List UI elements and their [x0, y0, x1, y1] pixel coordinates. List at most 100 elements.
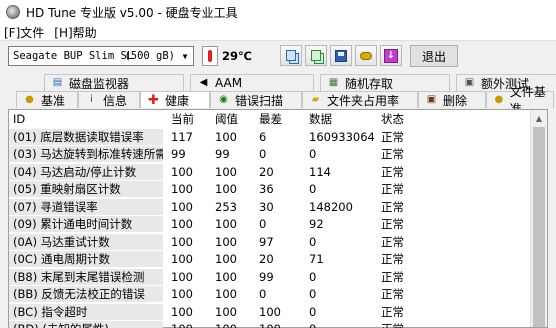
tab-health[interactable]: ✚ 健康: [140, 91, 210, 108]
worst-value: 0: [259, 147, 267, 162]
table-row[interactable]: (BC) 指令超时 100 100 100 0 正常: [9, 303, 531, 321]
column-header-status[interactable]: 状态: [377, 111, 433, 127]
worst-value: 20: [259, 252, 274, 267]
exit-button[interactable]: 退出: [410, 45, 458, 67]
table-row[interactable]: (B8) 末尾到末尾错误检测 100 100 99 0 正常: [9, 268, 531, 286]
current-value: 100: [171, 269, 193, 284]
smart-table-panel: ID 当前 阈值 最差 数据 状态 (01) 底层数据读取错误率 117 100 6 1…: [8, 109, 548, 328]
table-row[interactable]: (01) 底层数据读取错误率 117 100 6 160933064 正常: [9, 128, 531, 146]
status-value: 正常: [381, 234, 404, 249]
save-button[interactable]: [330, 45, 352, 66]
scrollbar-thumb[interactable]: [533, 127, 545, 327]
attribute-id: (0A) 马达重试计数: [9, 233, 163, 250]
current-value: 100: [171, 164, 193, 179]
attribute-id: (BB) 反馈无法校正的错误: [9, 286, 163, 303]
threshold-value: 99: [215, 147, 230, 162]
tab-file-benchmark[interactable]: ● 文件基准: [486, 85, 554, 116]
benchmark-icon: ●: [25, 94, 34, 105]
current-value: 100: [171, 304, 193, 319]
options-icon: [360, 51, 372, 60]
chevron-down-icon[interactable]: ▼: [177, 47, 193, 65]
column-header-worst[interactable]: 最差: [255, 111, 305, 127]
worst-value: 100: [259, 304, 281, 319]
table-body: (01) 底层数据读取错误率 117 100 6 160933064 正常 (03) 马达旋…: [9, 128, 531, 328]
current-value: 100: [171, 182, 193, 197]
table-row[interactable]: (09) 累计通电时间计数 100 100 0 92 正常: [9, 216, 531, 234]
worst-value: 6: [259, 129, 267, 144]
attribute-id: (B8) 末尾到末尾错误检测: [9, 268, 163, 285]
raw-data-value: 0: [309, 269, 317, 284]
table-row[interactable]: (0A) 马达重试计数 100 100 97 0 正常: [9, 233, 531, 251]
tab-error-scan[interactable]: ◉ 错误扫描: [210, 91, 302, 108]
attribute-id: (05) 重映射扇区计数: [9, 181, 163, 198]
worst-value: 99: [259, 269, 274, 284]
extra-tests-icon: ▣: [464, 77, 475, 88]
table-row[interactable]: (03) 马达旋转到标准转速所需时… 99 99 0 0 正常: [9, 146, 531, 164]
raw-data-value: 0: [305, 322, 377, 328]
current-value: 100: [171, 287, 193, 302]
status-value: 正常: [377, 321, 433, 328]
speaker-icon: ◀: [199, 77, 208, 88]
table-row[interactable]: (BD) (未知的属性)1001001000正常: [9, 321, 531, 328]
menu-help[interactable]: [H]帮助: [54, 24, 96, 41]
tab-random-access[interactable]: ▦ 随机存取: [320, 74, 450, 91]
copy-screenshot-button[interactable]: [305, 45, 327, 66]
raw-data-value: 114: [309, 164, 331, 179]
threshold-value: 100: [215, 287, 237, 302]
current-value: 99: [171, 147, 186, 162]
column-header-current[interactable]: 当前: [167, 111, 211, 127]
temperature-readout: 29℃: [222, 49, 252, 63]
table-row[interactable]: (0C) 通电周期计数 100 100 20 71 正常: [9, 251, 531, 269]
status-value: 正常: [381, 287, 404, 302]
copy-text-button[interactable]: [280, 45, 302, 66]
current-value: 100: [171, 252, 193, 267]
worst-value: 36: [259, 182, 274, 197]
table-row[interactable]: (BB) 反馈无法校正的错误 100 100 0 0 正常: [9, 286, 531, 304]
tab-folder-usage[interactable]: ▰ 文件夹占用率: [302, 91, 418, 108]
raw-data-value: 148200: [309, 199, 353, 214]
worst-value: 100: [255, 322, 305, 328]
worst-value: 0: [259, 217, 267, 232]
worst-value: 0: [259, 287, 267, 302]
download-button[interactable]: ↓: [380, 45, 402, 66]
worst-value: 30: [259, 199, 274, 214]
table-row[interactable]: (04) 马达启动/停止计数 100 100 20 114 正常: [9, 163, 531, 181]
tab-info[interactable]: i 信息: [78, 91, 140, 108]
tab-aam[interactable]: ◀ AAM: [190, 74, 314, 91]
vertical-scrollbar[interactable]: ▲: [530, 110, 547, 327]
tab-disk-monitor[interactable]: ▤ 磁盘监视器: [44, 74, 184, 91]
drive-select[interactable]: Seagate BUP Slim SL (500 gB) ▼: [8, 46, 194, 66]
current-value: 100: [171, 217, 193, 232]
disk-monitor-icon: ▤: [52, 77, 63, 88]
attribute-id: (04) 马达启动/停止计数: [9, 163, 163, 180]
status-value: 正常: [381, 182, 404, 197]
hdtune-app-icon: [6, 5, 20, 19]
column-header-data[interactable]: 数据: [305, 111, 377, 127]
tab-benchmark[interactable]: ● 基准: [16, 91, 78, 108]
error-scan-icon: ◉: [219, 94, 228, 105]
drive-name: Seagate BUP Slim SL: [13, 50, 134, 62]
toolbar: Seagate BUP Slim SL (500 gB) ▼ 29℃ ↓ 退出: [0, 40, 556, 70]
scroll-up-icon[interactable]: ▲: [531, 110, 547, 126]
column-header-threshold[interactable]: 阈值: [211, 111, 255, 127]
raw-data-value: 92: [309, 217, 324, 232]
raw-data-value: 160933064: [309, 129, 375, 144]
raw-data-value: 0: [309, 234, 317, 249]
status-value: 正常: [381, 164, 404, 179]
column-header-id[interactable]: ID: [9, 112, 163, 126]
menu-file[interactable]: [F]文件: [4, 24, 44, 41]
copy-text-icon: [286, 50, 296, 61]
tab-erase[interactable]: ▣ 删除: [418, 91, 486, 108]
options-button[interactable]: [355, 45, 377, 66]
current-value: 117: [171, 129, 193, 144]
table-row[interactable]: (07) 寻道错误率 100 253 30 148200 正常: [9, 198, 531, 216]
raw-data-value: 71: [309, 252, 324, 267]
menu-bar: [F]文件 [H]帮助: [0, 24, 556, 40]
threshold-value: 100: [215, 252, 237, 267]
status-value: 正常: [381, 147, 404, 162]
status-value: 正常: [381, 199, 404, 214]
file-benchmark-icon: ●: [494, 94, 504, 105]
raw-data-value: 0: [309, 304, 317, 319]
table-row[interactable]: (05) 重映射扇区计数 100 100 36 0 正常: [9, 181, 531, 199]
threshold-value: 100: [215, 234, 237, 249]
